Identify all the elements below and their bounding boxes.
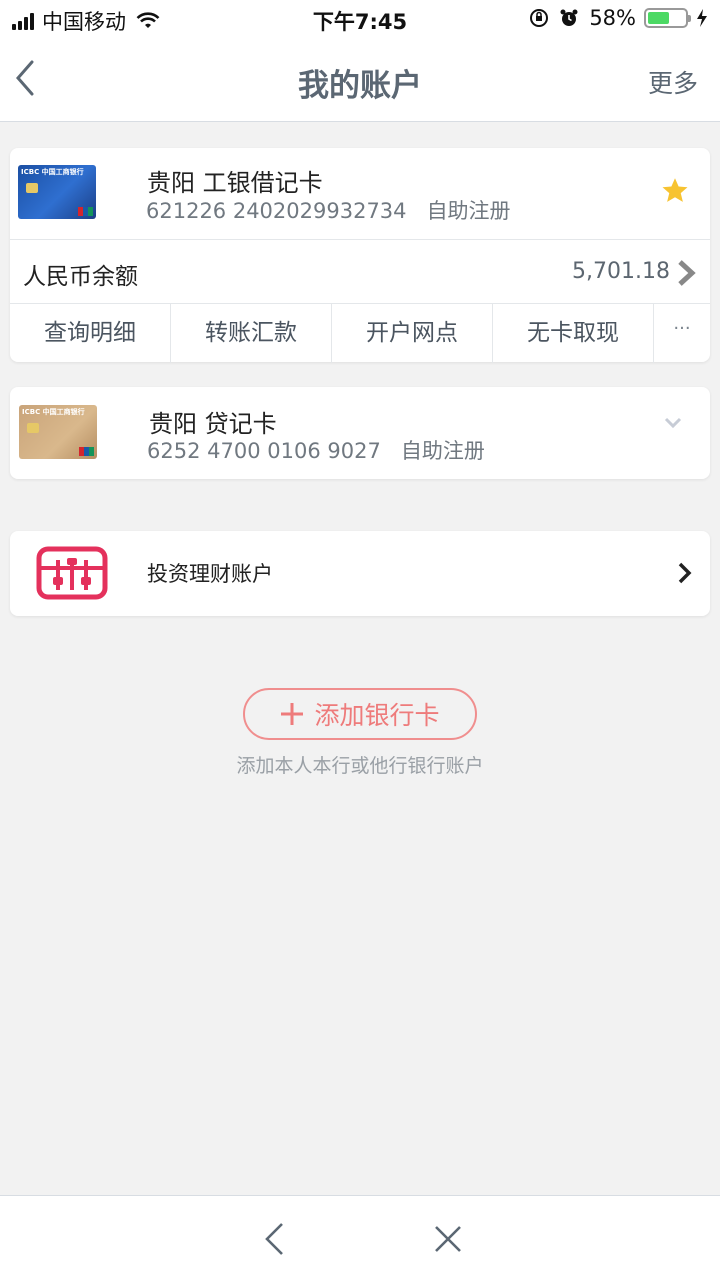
- chevron-right-icon: [678, 562, 692, 584]
- cardless-withdraw-button[interactable]: 无卡取现: [493, 304, 654, 363]
- debit-card-image: ICBC 中国工商银行: [18, 165, 96, 219]
- battery-percent: 58%: [589, 6, 636, 30]
- status-bar: 中国移动 下午7:45 58%: [0, 0, 720, 38]
- card-number: 621226 2402029932734 自助注册: [146, 195, 511, 225]
- investment-label: 投资理财账户: [147, 562, 273, 586]
- card-number-value: 621226 2402029932734: [146, 199, 407, 223]
- card-name: 贵阳 贷记卡: [149, 410, 277, 438]
- add-bank-card-button[interactable]: 添加银行卡: [243, 688, 477, 740]
- balance-value: 5,701.18: [572, 259, 670, 284]
- registration-status: 自助注册: [400, 439, 485, 463]
- credit-card-panel[interactable]: ICBC 中国工商银行 贵阳 贷记卡 6252 4700 0106 9027 自…: [10, 387, 710, 479]
- chevron-right-icon: [678, 260, 696, 286]
- unionpay-logo: [78, 207, 93, 216]
- battery-icon: [644, 8, 691, 28]
- debit-card-panel: ICBC 中国工商银行 贵阳 工银借记卡 621226 240202993273…: [10, 148, 710, 363]
- card-chip: [27, 423, 39, 433]
- battery-fill: [648, 12, 669, 24]
- add-bank-card-label: 添加银行卡: [314, 701, 440, 730]
- unionpay-logo: [79, 447, 94, 456]
- more-button[interactable]: 更多: [648, 64, 698, 100]
- card-logo: ICBC 中国工商银行: [21, 168, 84, 176]
- balance-row[interactable]: 人民币余额 5,701.18: [10, 239, 710, 303]
- balance-label: 人民币余额: [23, 264, 138, 290]
- bottom-toolbar: [0, 1195, 720, 1280]
- card-actions: 查询明细 转账汇款 开户网点 无卡取现 ···: [10, 303, 710, 363]
- card-number-value: 6252 4700 0106 9027: [147, 439, 381, 463]
- page-title: 我的账户: [298, 68, 422, 104]
- status-right: 58%: [529, 6, 708, 30]
- transfer-button[interactable]: 转账汇款: [171, 304, 332, 363]
- plus-icon: [281, 703, 304, 725]
- chevron-down-icon[interactable]: [664, 417, 682, 429]
- nav-bar: 我的账户 更多: [0, 38, 720, 122]
- investment-account-row[interactable]: 投资理财账户: [10, 531, 710, 616]
- registration-status: 自助注册: [426, 199, 511, 223]
- card-number: 6252 4700 0106 9027 自助注册: [147, 435, 485, 465]
- close-icon[interactable]: [433, 1224, 463, 1254]
- card-name[interactable]: 贵阳 工银借记卡: [147, 163, 323, 198]
- card-logo: ICBC 中国工商银行: [22, 408, 85, 416]
- more-actions-button[interactable]: ···: [654, 304, 710, 362]
- branches-button[interactable]: 开户网点: [332, 304, 493, 363]
- query-details-button[interactable]: 查询明细: [10, 304, 171, 363]
- card-chip: [26, 183, 38, 193]
- charging-icon: [697, 9, 707, 27]
- star-icon[interactable]: [660, 176, 690, 206]
- credit-card-image: ICBC 中国工商银行: [19, 405, 97, 459]
- abacus-icon: [36, 546, 108, 600]
- alarm-icon: [560, 9, 578, 26]
- add-card-hint: 添加本人本行或他行银行账户: [236, 755, 484, 777]
- orientation-lock-icon: [530, 9, 549, 27]
- back-icon[interactable]: [262, 1221, 286, 1257]
